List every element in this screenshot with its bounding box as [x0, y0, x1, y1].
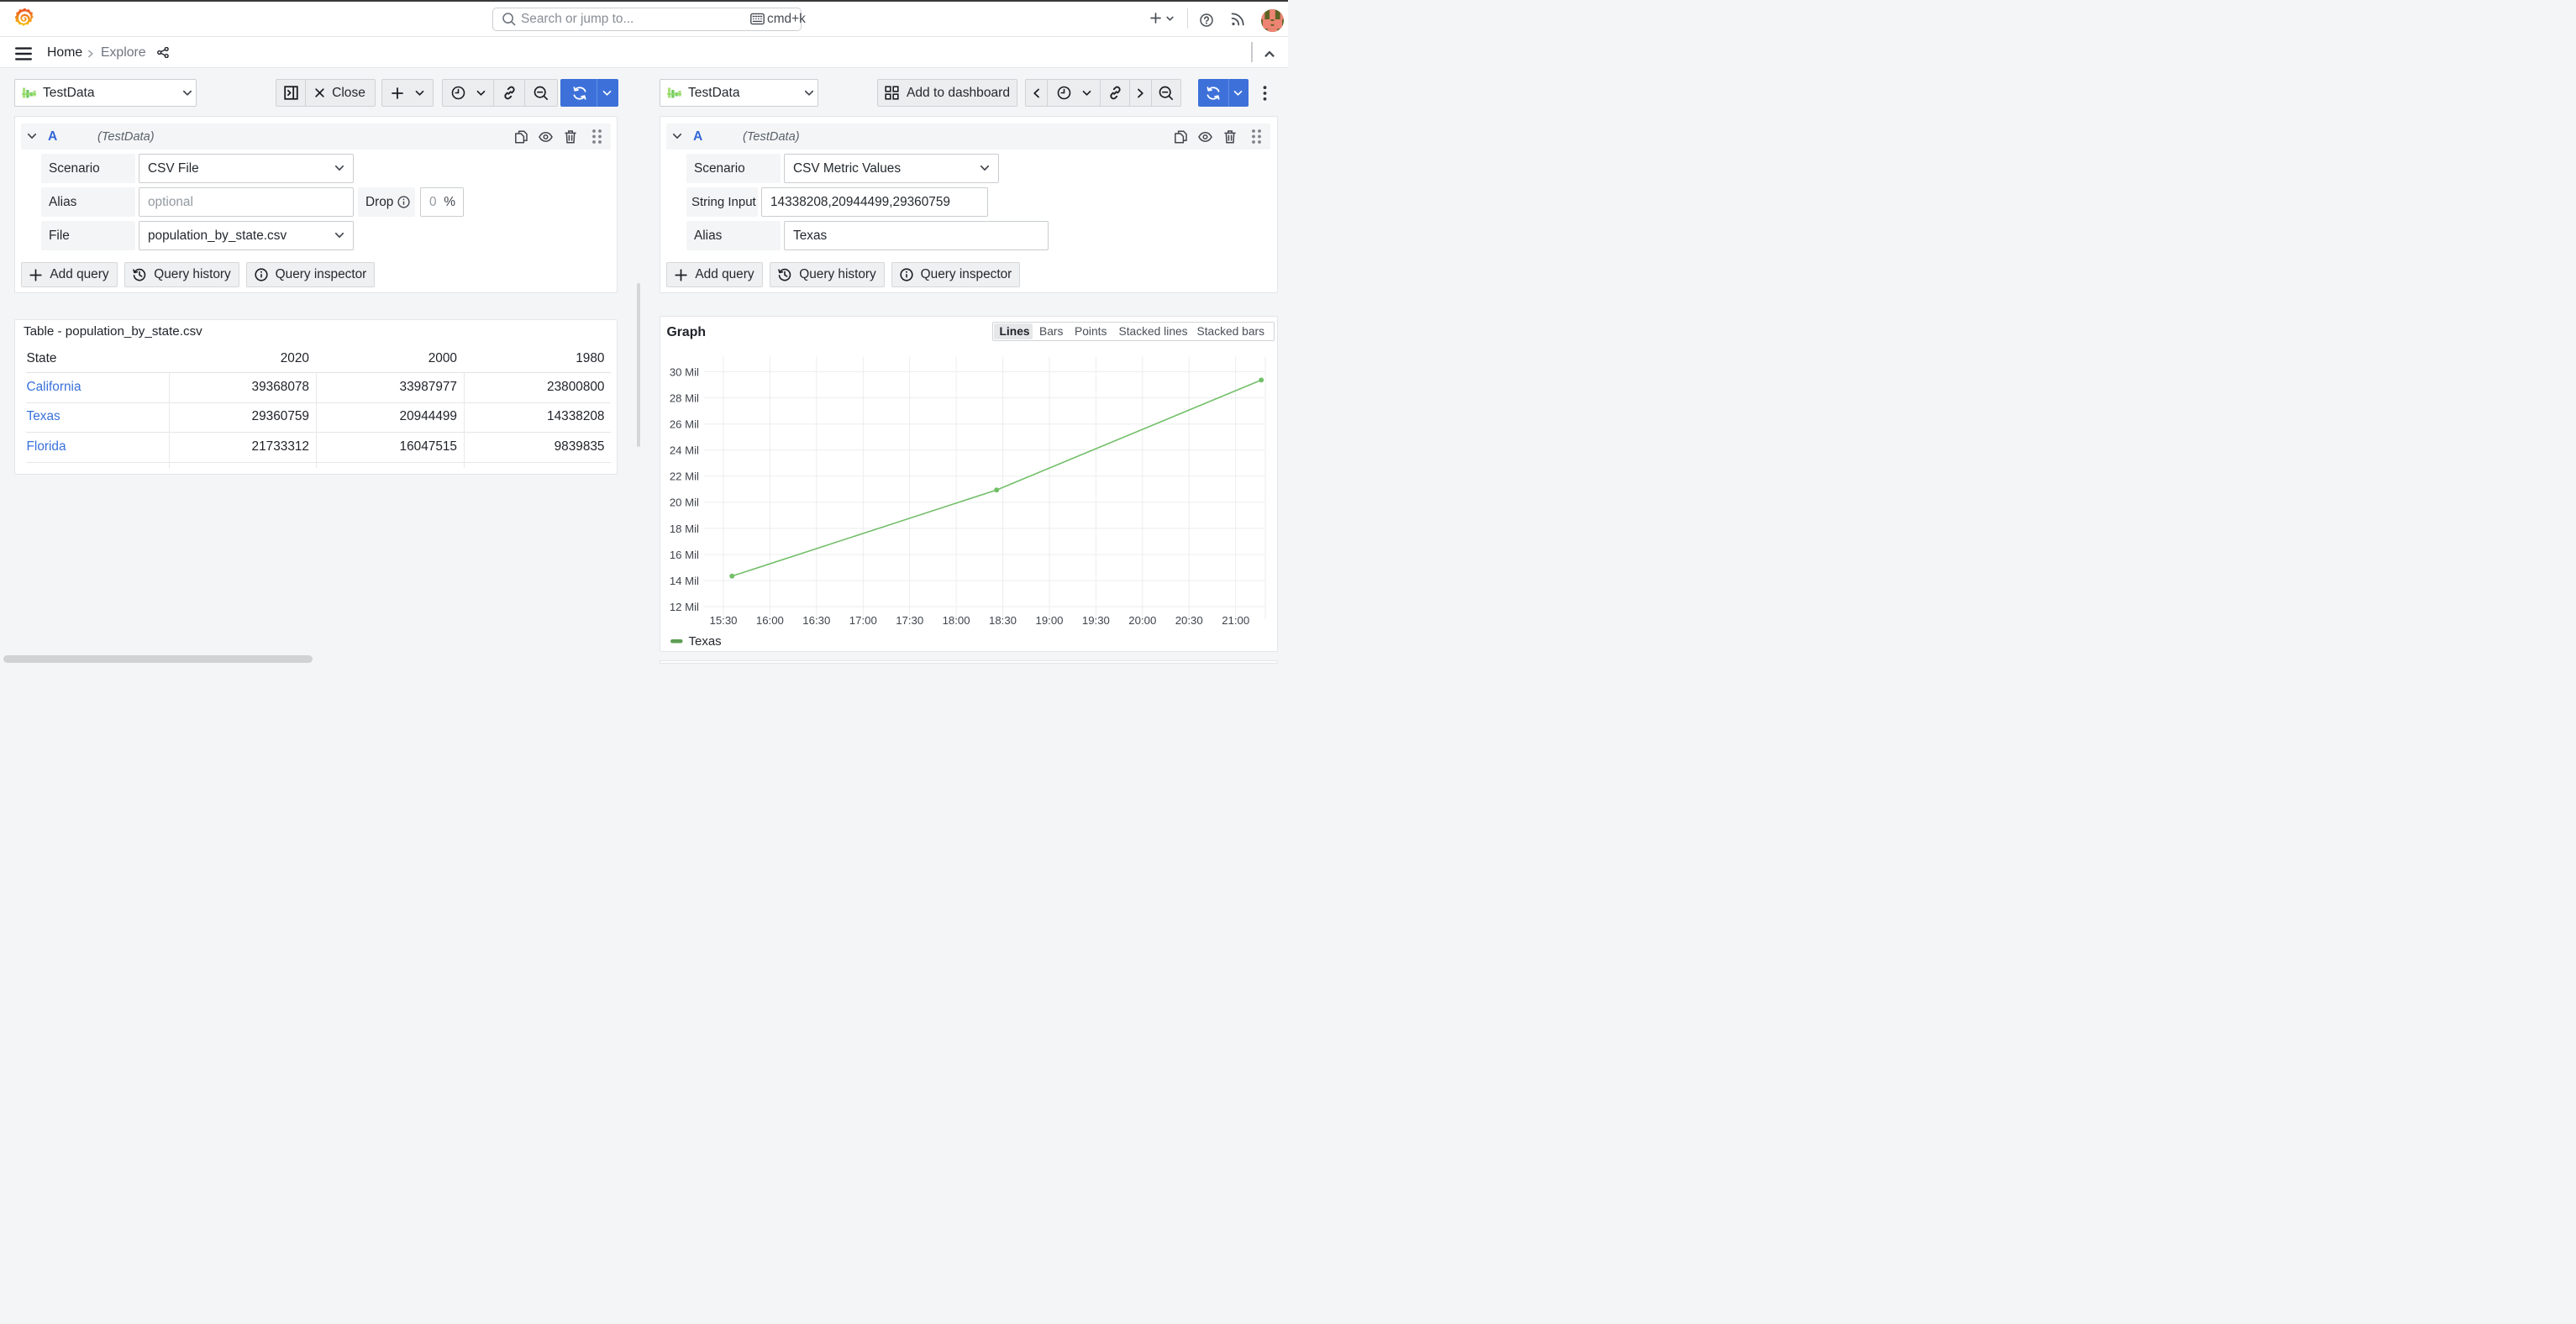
svg-text:20 Mil: 20 Mil [670, 496, 699, 509]
svg-text:20:00: 20:00 [1128, 614, 1156, 627]
svg-text:19:30: 19:30 [1082, 614, 1110, 627]
svg-text:30 Mil: 30 Mil [670, 365, 699, 378]
svg-text:26 Mil: 26 Mil [670, 418, 699, 431]
svg-text:22 Mil: 22 Mil [670, 470, 699, 483]
svg-text:18:30: 18:30 [989, 614, 1017, 627]
svg-text:24 Mil: 24 Mil [670, 444, 699, 457]
svg-text:20:30: 20:30 [1175, 614, 1203, 627]
svg-text:12 Mil: 12 Mil [670, 601, 699, 613]
svg-text:Texas: Texas [689, 634, 722, 649]
svg-text:19:00: 19:00 [1035, 614, 1063, 627]
svg-text:16:30: 16:30 [802, 614, 830, 627]
svg-text:17:00: 17:00 [849, 614, 877, 627]
svg-text:18:00: 18:00 [943, 614, 970, 627]
svg-text:17:30: 17:30 [896, 614, 923, 627]
svg-text:21:00: 21:00 [1222, 614, 1249, 627]
svg-text:16:00: 16:00 [756, 614, 784, 627]
svg-text:15:30: 15:30 [709, 614, 737, 627]
svg-text:16 Mil: 16 Mil [670, 549, 699, 561]
svg-text:18 Mil: 18 Mil [670, 523, 699, 535]
svg-text:14 Mil: 14 Mil [670, 575, 699, 587]
svg-text:28 Mil: 28 Mil [670, 391, 699, 404]
